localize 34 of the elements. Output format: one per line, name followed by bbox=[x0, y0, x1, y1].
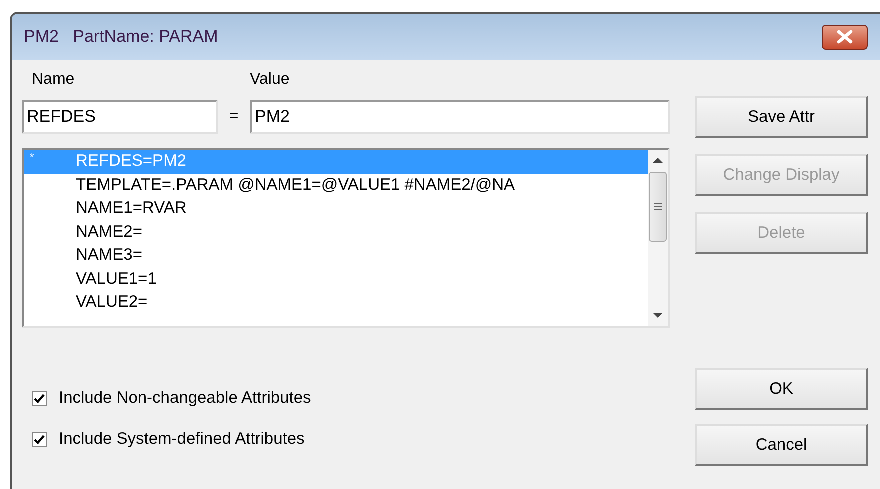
attribute-text: NAME1=RVAR bbox=[76, 199, 187, 218]
scroll-down-icon[interactable] bbox=[652, 312, 664, 320]
scroll-up-icon[interactable] bbox=[652, 156, 664, 164]
checkbox[interactable] bbox=[32, 391, 47, 406]
attribute-row[interactable]: VALUE2= bbox=[24, 291, 648, 314]
value-field[interactable]: PM2 bbox=[250, 100, 670, 134]
marker-symbol: * bbox=[30, 152, 34, 164]
attribute-row[interactable]: NAME2= bbox=[24, 220, 648, 244]
window-title: PM2 PartName: PARAM bbox=[24, 27, 218, 47]
dialog-button[interactable]: OK bbox=[695, 368, 868, 410]
close-icon bbox=[835, 30, 855, 44]
attribute-row[interactable]: NAME1=RVAR bbox=[24, 197, 648, 220]
value-label: Value bbox=[250, 71, 290, 89]
grip-icon bbox=[653, 202, 663, 212]
scrollbar[interactable] bbox=[648, 150, 668, 326]
dialog-button[interactable]: Save Attr bbox=[695, 96, 868, 138]
attribute-text: VALUE2= bbox=[76, 293, 148, 312]
attribute-text: VALUE1=1 bbox=[76, 270, 157, 289]
checkbox-label: Include System-defined Attributes bbox=[59, 430, 305, 449]
attribute-text: REFDES=PM2 bbox=[76, 152, 186, 172]
attribute-text: NAME3= bbox=[76, 246, 142, 266]
attribute-row[interactable]: TEMPLATE=.PARAM @NAME1=@VALUE1 #NAME2/@NA bbox=[24, 174, 648, 197]
dialog-button[interactable]: Cancel bbox=[695, 424, 868, 466]
checkbox[interactable] bbox=[32, 432, 47, 447]
attribute-row[interactable]: NAME3= bbox=[24, 244, 648, 268]
equals-sign: = bbox=[228, 108, 240, 126]
checkbox-label: Include Non-changeable Attributes bbox=[59, 389, 312, 408]
attribute-row[interactable]: VALUE1=1 bbox=[24, 268, 648, 291]
name-label: Name bbox=[32, 71, 76, 89]
name-field[interactable]: REFDES bbox=[22, 100, 218, 134]
attribute-text: NAME2= bbox=[76, 222, 142, 242]
attribute-text: TEMPLATE=.PARAM @NAME1=@VALUE1 #NAME2/@NA bbox=[76, 176, 516, 195]
close-button[interactable] bbox=[822, 24, 868, 50]
scroll-thumb[interactable] bbox=[649, 172, 667, 242]
